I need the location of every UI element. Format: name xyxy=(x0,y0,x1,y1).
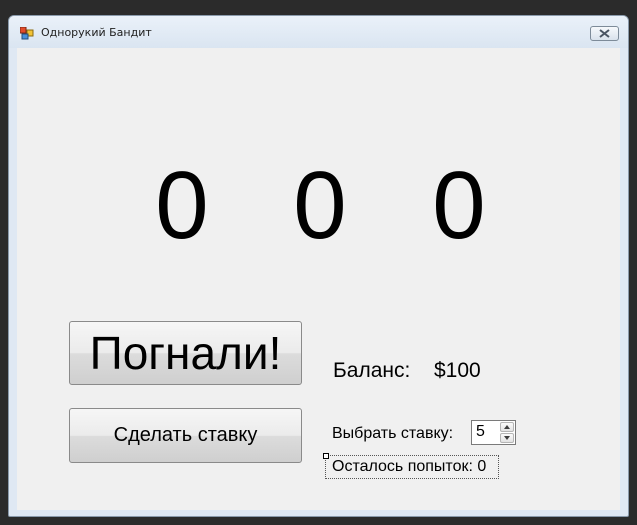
window-title: Однорукий Бандит xyxy=(41,26,152,39)
place-bet-button[interactable]: Сделать ставку xyxy=(69,408,302,463)
selection-handle xyxy=(323,453,329,459)
bet-label: Выбрать ставку: xyxy=(332,425,454,442)
app-window: Однорукий Бандит 0 0 0 Погнали! Сделать … xyxy=(8,15,629,517)
spin-button[interactable]: Погнали! xyxy=(69,321,302,385)
reel-2: 0 xyxy=(293,152,347,259)
balance-label: Баланс: xyxy=(333,359,411,382)
form-client-area: 0 0 0 Погнали! Сделать ставку Баланс: $1… xyxy=(17,48,620,510)
reel-3: 0 xyxy=(432,152,486,259)
close-button[interactable] xyxy=(590,26,619,41)
app-icon xyxy=(20,27,34,40)
chevron-down-icon xyxy=(504,436,510,440)
attempts-text: Осталось попыток: 0 xyxy=(332,458,487,475)
bet-value[interactable]: 5 xyxy=(476,423,485,441)
balance-value: $100 xyxy=(434,359,481,382)
bet-stepper[interactable]: 5 xyxy=(471,420,516,445)
stepper-down-button[interactable] xyxy=(500,433,514,443)
stepper-up-button[interactable] xyxy=(500,422,514,432)
attempts-remaining-label: Осталось попыток: 0 xyxy=(323,453,499,479)
close-icon xyxy=(599,29,610,38)
chevron-up-icon xyxy=(504,425,510,429)
title-bar[interactable]: Однорукий Бандит xyxy=(9,16,628,48)
reel-1: 0 xyxy=(155,152,209,259)
